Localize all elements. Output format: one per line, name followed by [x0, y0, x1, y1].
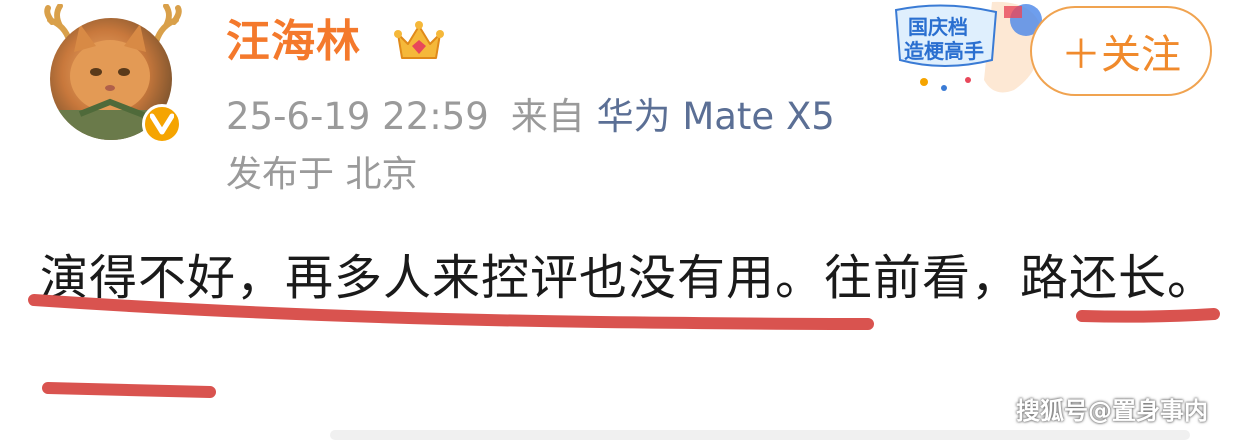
source-prefix: 来自 [510, 95, 585, 138]
bottom-bar [330, 430, 1190, 440]
event-badge[interactable]: 国庆档 造梗高手 [884, 0, 1044, 100]
post-timestamp: 25-6-19 22:59 [226, 95, 489, 138]
badge-line1: 国庆档 [908, 15, 968, 39]
verified-badge-icon [142, 104, 182, 144]
badge-line2: 造梗高手 [904, 39, 984, 63]
post-location: 发布于 北京 [226, 154, 418, 195]
username[interactable]: 汪海林 [226, 14, 361, 70]
avatar[interactable] [44, 4, 182, 146]
watermark: 搜狐号@置身事内 [1016, 397, 1208, 425]
crown-icon [394, 21, 444, 59]
device-link[interactable]: 华为 Mate X5 [597, 95, 835, 138]
follow-button[interactable]: ＋关注 [1030, 6, 1212, 96]
post-meta: 25-6-19 22:59 来自 华为 Mate X5 [226, 92, 835, 142]
post-text: 演得不好，再多人来控评也没有用。往前看，路还长。 [40, 250, 1217, 306]
